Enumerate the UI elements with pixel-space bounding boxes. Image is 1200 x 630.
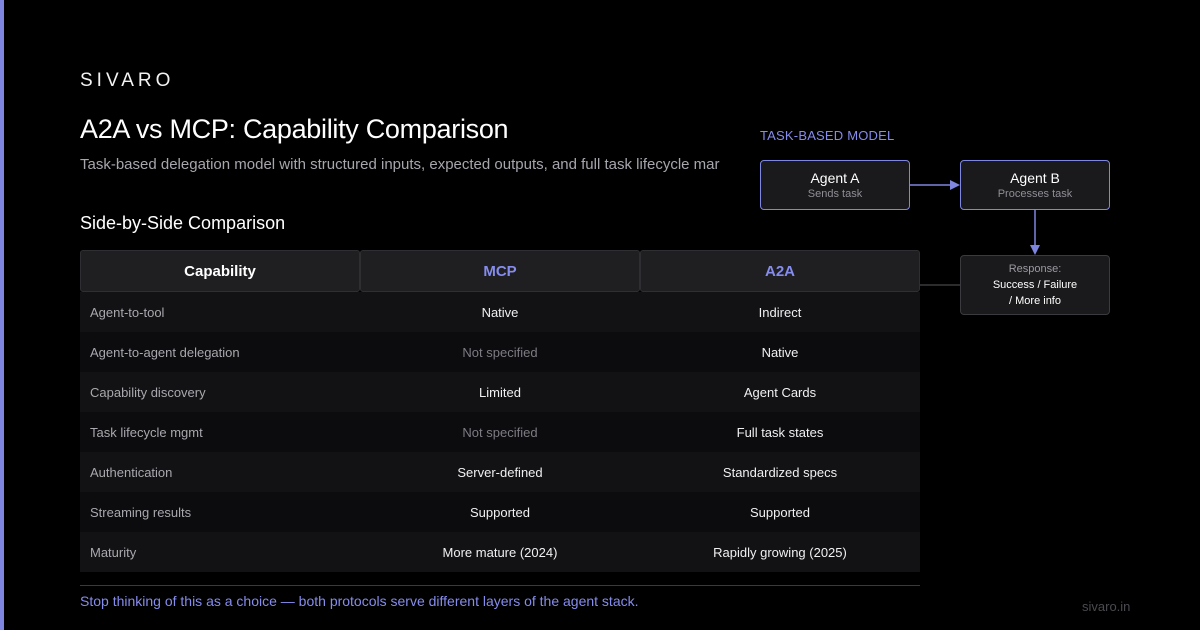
- table-row: Streaming results Supported Supported: [80, 492, 920, 532]
- row-a2a-value: Native: [761, 344, 799, 360]
- row-a2a-value: Standardized specs: [722, 464, 838, 480]
- response-line-2: / More info: [1009, 295, 1061, 307]
- row-capability: Task lifecycle mgmt: [90, 424, 203, 440]
- row-capability: Maturity: [90, 544, 137, 560]
- page-subtitle: Task-based delegation model with structu…: [80, 156, 720, 173]
- row-mcp-value: Native: [481, 304, 519, 320]
- row-a2a-value: Supported: [750, 504, 810, 520]
- row-mcp-value: Not specified: [462, 344, 538, 360]
- row-mcp-value: More mature (2024): [442, 544, 558, 560]
- row-mcp-value: Limited: [479, 384, 521, 400]
- header-capability: Capability: [80, 250, 360, 292]
- footer-note: Stop thinking of this as a choice — both…: [80, 593, 639, 609]
- row-mcp-value: Server-defined: [457, 464, 543, 480]
- page-title: A2A vs MCP: Capability Comparison: [80, 114, 509, 144]
- response-title: Response:: [1008, 263, 1062, 275]
- agent-a-desc: Sends task: [807, 188, 863, 200]
- table-row: Maturity More mature (2024) Rapidly grow…: [80, 532, 920, 572]
- row-capability: Agent-to-agent delegation: [90, 344, 240, 360]
- table-row: Agent-to-tool Native Indirect: [80, 292, 920, 332]
- row-capability: Authentication: [90, 464, 173, 480]
- brand-logo: SIVARO: [80, 70, 175, 91]
- response-node: Response: Success / Failure / More info: [960, 255, 1110, 315]
- header-a2a: A2A: [640, 250, 920, 292]
- footer-divider: [80, 585, 920, 586]
- agent-a-node: Agent A Sends task: [760, 160, 910, 210]
- table-row: Agent-to-agent delegation Not specified …: [80, 332, 920, 372]
- footer-url-link[interactable]: sivaro.in: [1082, 599, 1130, 614]
- row-capability: Capability discovery: [90, 384, 206, 400]
- accent-bar: [0, 0, 4, 630]
- table-header-row: Capability MCP A2A: [80, 250, 920, 292]
- row-mcp-value: Supported: [470, 504, 530, 520]
- row-capability: Streaming results: [90, 504, 192, 520]
- section-title: Side-by-Side Comparison: [80, 213, 286, 233]
- agent-b-node: Agent B Processes task: [960, 160, 1110, 210]
- row-mcp-value: Not specified: [462, 424, 538, 440]
- header-mcp: MCP: [360, 250, 640, 292]
- agent-b-name: Agent B: [1010, 170, 1060, 186]
- table-row: Task lifecycle mgmt Not specified Full t…: [80, 412, 920, 452]
- row-a2a-value: Rapidly growing (2025): [713, 544, 847, 560]
- row-capability: Agent-to-tool: [90, 304, 165, 320]
- agent-a-name: Agent A: [810, 170, 860, 186]
- table-row: Capability discovery Limited Agent Cards: [80, 372, 920, 412]
- comparison-table: Capability MCP A2A Agent-to-tool Native …: [80, 250, 920, 572]
- row-a2a-value: Indirect: [758, 304, 802, 320]
- row-a2a-value: Agent Cards: [743, 384, 817, 400]
- row-a2a-value: Full task states: [736, 424, 824, 440]
- agent-b-desc: Processes task: [997, 188, 1073, 200]
- table-row: Authentication Server-defined Standardiz…: [80, 452, 920, 492]
- diagram-label: TASK-BASED MODEL: [760, 128, 895, 143]
- response-line-1: Success / Failure: [992, 279, 1078, 291]
